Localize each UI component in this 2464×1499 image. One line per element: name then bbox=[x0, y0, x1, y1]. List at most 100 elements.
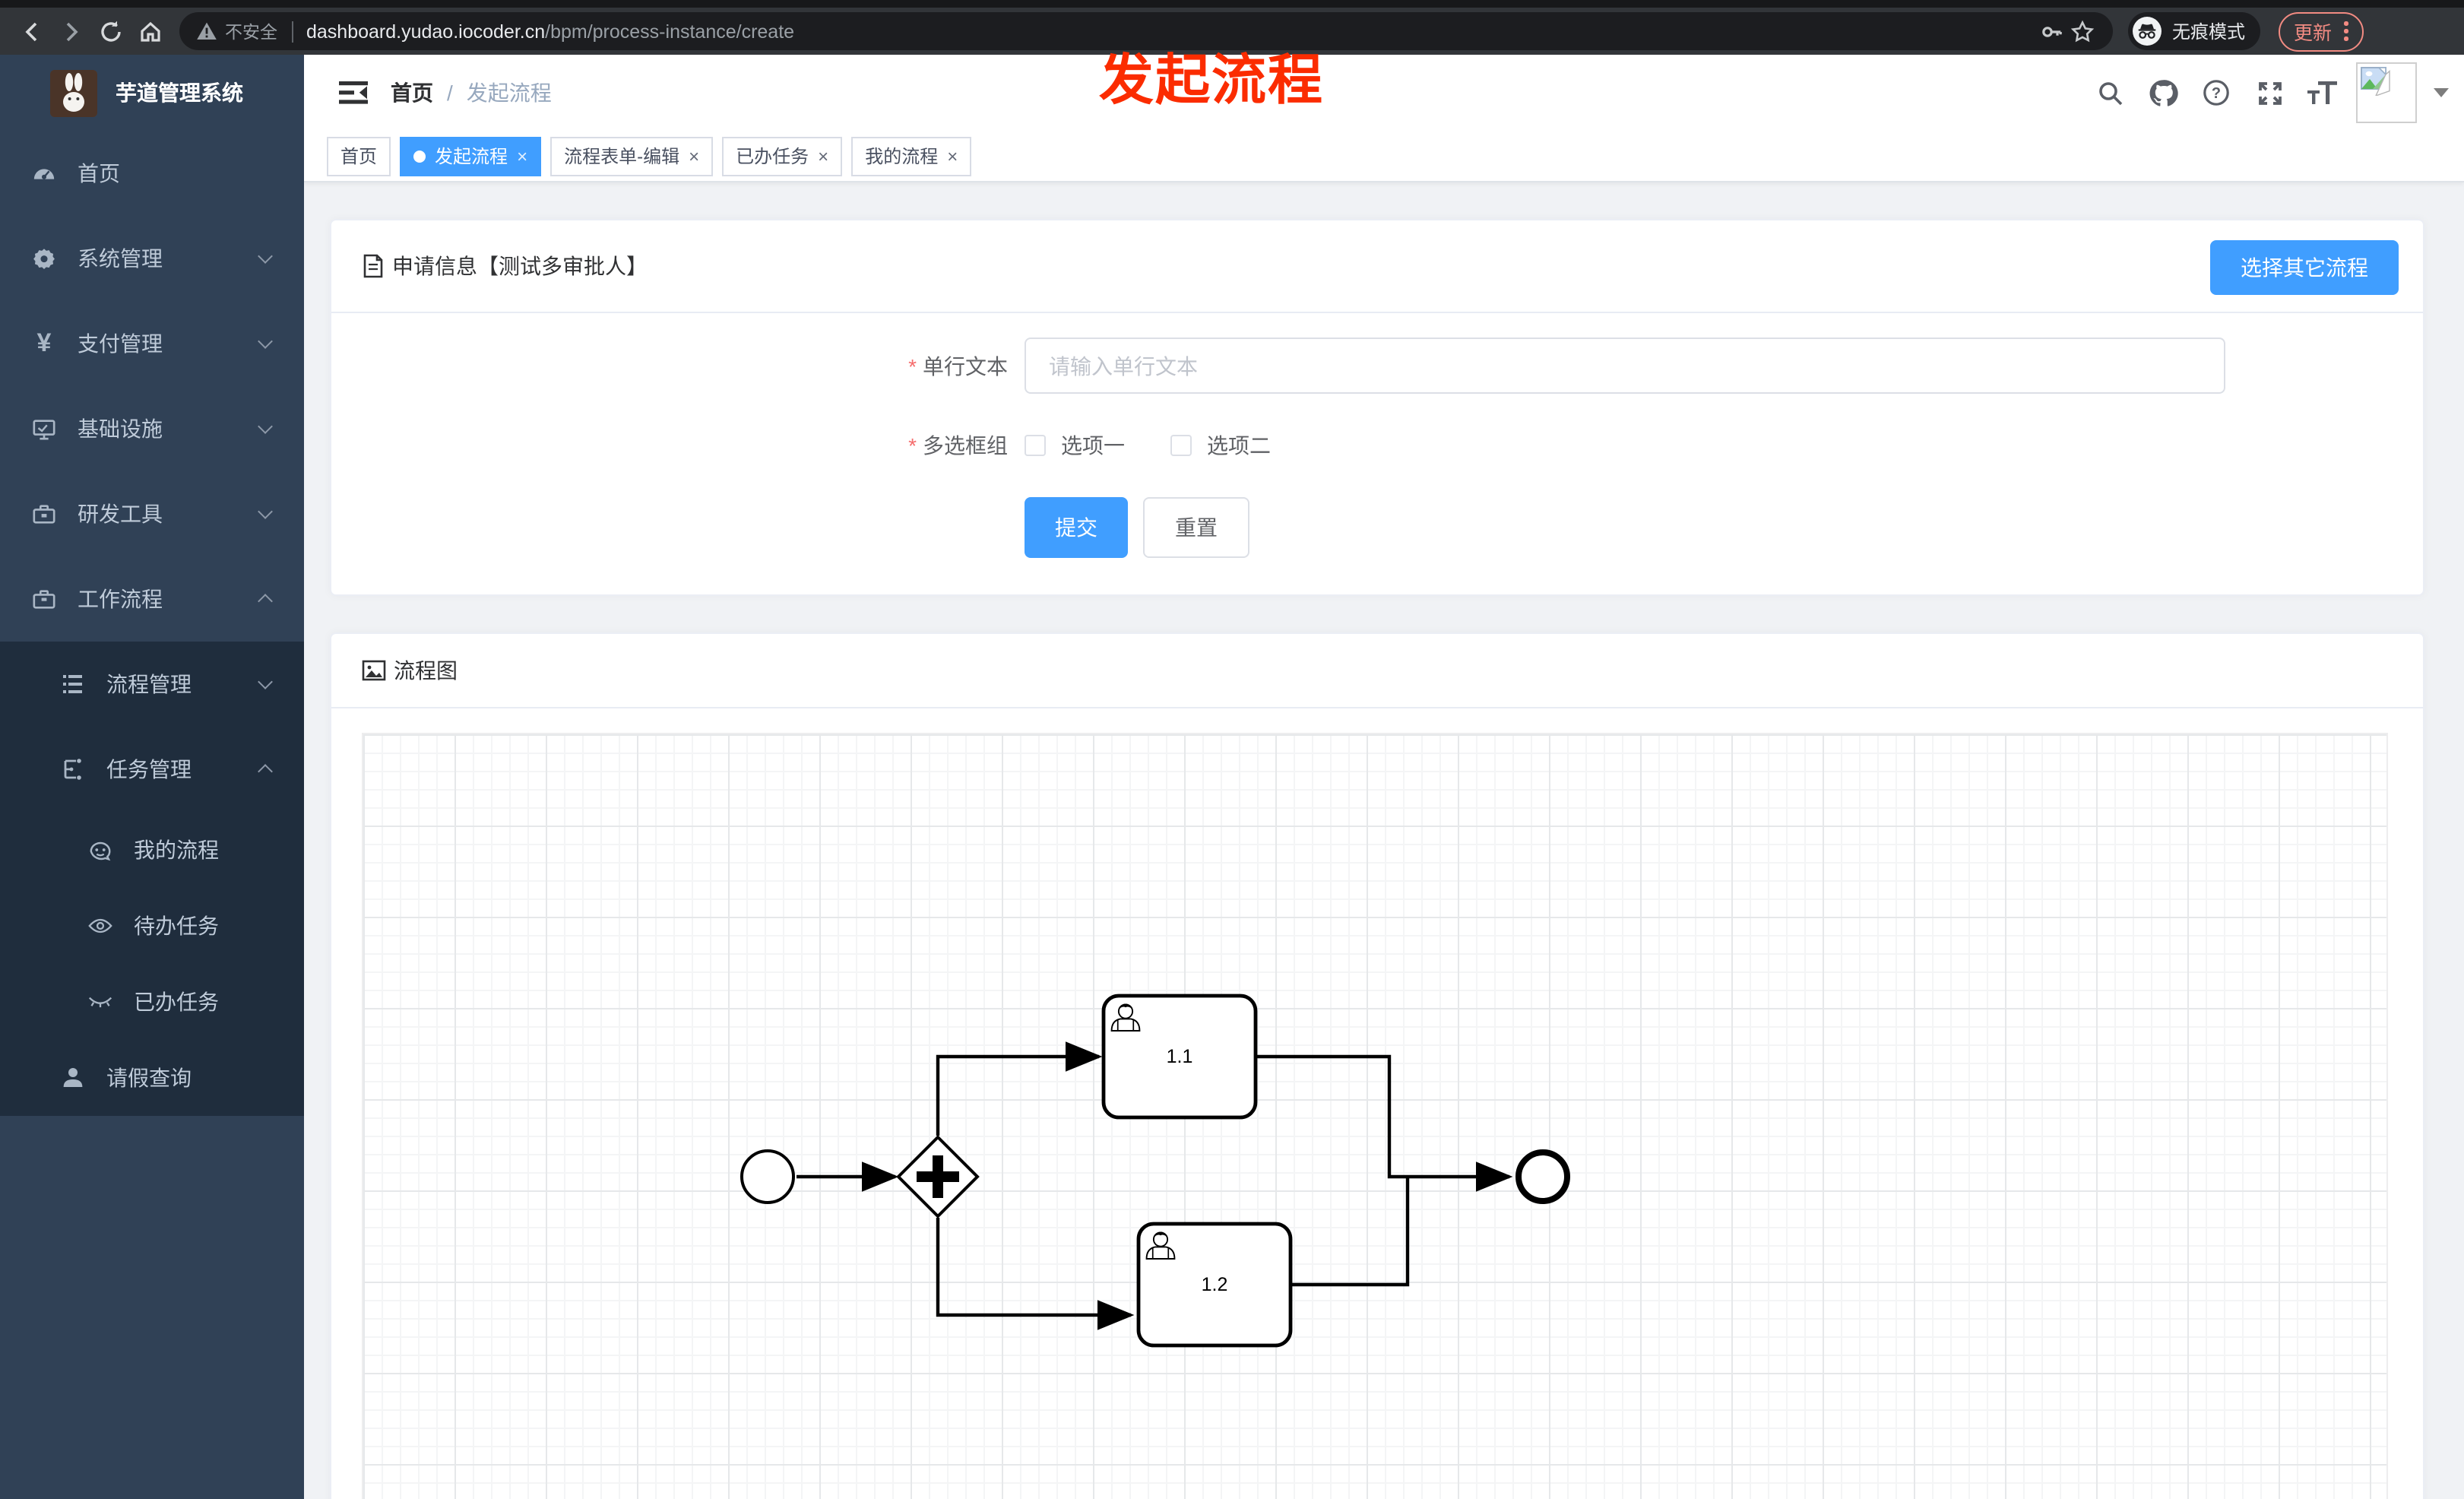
sequence-flow-task1-end[interactable] bbox=[1256, 1054, 1513, 1192]
chevron-down-icon bbox=[258, 334, 273, 349]
tab-form-edit[interactable]: 流程表单-编辑 × bbox=[550, 136, 714, 176]
form-row-checkbox-group: * 多选框组 选项一 选项二 bbox=[362, 430, 2393, 461]
document-icon bbox=[362, 254, 385, 278]
app-logo-row[interactable]: 芋道管理系统 bbox=[0, 55, 304, 131]
sidebar-item-todo-tasks[interactable]: 待办任务 bbox=[0, 888, 304, 964]
incognito-icon bbox=[2133, 17, 2162, 46]
home-icon[interactable] bbox=[131, 11, 170, 51]
parallel-gateway[interactable] bbox=[896, 1135, 980, 1219]
breadcrumb-home[interactable]: 首页 bbox=[391, 78, 433, 108]
forward-icon[interactable] bbox=[52, 11, 91, 51]
close-icon[interactable]: × bbox=[517, 147, 527, 165]
close-icon[interactable]: × bbox=[818, 147, 828, 165]
search-icon[interactable] bbox=[2090, 73, 2130, 113]
reset-button[interactable]: 重置 bbox=[1143, 497, 1249, 558]
sidebar-item-label: 系统管理 bbox=[78, 246, 163, 271]
sidebar-item-label: 我的流程 bbox=[134, 838, 219, 862]
sequence-flow-task2-end[interactable] bbox=[1291, 1178, 1410, 1287]
task-label: 1.2 bbox=[1202, 1274, 1228, 1295]
star-icon[interactable] bbox=[2067, 11, 2098, 51]
form-actions: 提交 重置 bbox=[1025, 497, 2393, 558]
workflow-submenu: 流程管理 任务管理 我的流程 待办任务 已办任务 请假查询 bbox=[0, 642, 304, 1116]
close-icon[interactable]: × bbox=[947, 147, 958, 165]
back-icon[interactable] bbox=[12, 11, 52, 51]
sidebar-item-done-tasks[interactable]: 已办任务 bbox=[0, 964, 304, 1040]
tab-my-process[interactable]: 我的流程 × bbox=[851, 136, 972, 176]
tab-start-process[interactable]: 发起流程 × bbox=[400, 136, 542, 176]
checkbox-option-2[interactable]: 选项二 bbox=[1170, 430, 1271, 461]
help-icon[interactable]: ? bbox=[2196, 73, 2236, 113]
sidebar-item-devtools[interactable]: 研发工具 bbox=[0, 471, 304, 556]
dashboard-icon bbox=[32, 161, 56, 185]
sidebar-item-system[interactable]: 系统管理 bbox=[0, 216, 304, 301]
breadcrumb-current: 发起流程 bbox=[466, 81, 552, 105]
user-task-1[interactable]: 1.1 bbox=[1101, 994, 1258, 1120]
sequence-flow-gateway-task2[interactable] bbox=[936, 1218, 1135, 1330]
ssl-warning-icon[interactable] bbox=[195, 11, 219, 51]
browser-chrome: 不安全 dashboard.yudao.iocoder.cn/bpm/proce… bbox=[0, 0, 2464, 55]
sidebar-item-leave-query[interactable]: 请假查询 bbox=[0, 1040, 304, 1116]
tab-home[interactable]: 首页 bbox=[327, 136, 391, 176]
sidebar-item-payment[interactable]: ¥ 支付管理 bbox=[0, 301, 304, 386]
app-title: 芋道管理系统 bbox=[116, 81, 243, 105]
sidebar-toggle-icon[interactable] bbox=[327, 67, 378, 119]
close-icon[interactable]: × bbox=[689, 147, 699, 165]
sidebar-item-label: 基础设施 bbox=[78, 417, 163, 441]
tags-view: 首页 发起流程 × 流程表单-编辑 × 已办任务 × 我的流程 × bbox=[304, 131, 2464, 182]
sidebar-item-workflow[interactable]: 工作流程 bbox=[0, 556, 304, 642]
checkbox-icon[interactable] bbox=[1170, 435, 1192, 456]
checkbox-group: 选项一 选项二 bbox=[1025, 430, 1271, 461]
reload-icon[interactable] bbox=[91, 11, 131, 51]
list-icon bbox=[61, 672, 85, 696]
sidebar-item-task-mgmt[interactable]: 任务管理 bbox=[0, 727, 304, 812]
tab-done-tasks[interactable]: 已办任务 × bbox=[722, 136, 843, 176]
end-event[interactable] bbox=[1515, 1149, 1570, 1204]
chevron-down-icon bbox=[258, 419, 273, 434]
github-icon[interactable] bbox=[2143, 73, 2183, 113]
browser-toolbar: 不安全 dashboard.yudao.iocoder.cn/bpm/proce… bbox=[0, 8, 2464, 55]
update-button[interactable]: 更新 bbox=[2279, 11, 2364, 51]
user-task-2[interactable]: 1.2 bbox=[1136, 1222, 1293, 1348]
choose-other-process-button[interactable]: 选择其它流程 bbox=[2210, 240, 2399, 295]
key-icon[interactable] bbox=[2037, 11, 2067, 51]
incognito-label: 无痕模式 bbox=[2172, 21, 2246, 43]
field-label: * 多选框组 bbox=[908, 433, 1008, 458]
gear-icon bbox=[32, 246, 56, 271]
bpmn-diagram: 1.1 1.2 bbox=[740, 994, 1570, 1348]
chevron-down-icon bbox=[258, 674, 273, 689]
bpmn-canvas[interactable]: 1.1 1.2 bbox=[362, 733, 2388, 1499]
sidebar: 芋道管理系统 首页 系统管理 ¥ 支付管理 基础设施 研发工具 工作流程 流程管… bbox=[0, 55, 304, 1499]
kebab-menu-icon[interactable] bbox=[2344, 21, 2348, 41]
svg-text:?: ? bbox=[2212, 85, 2221, 102]
eye-icon bbox=[88, 914, 112, 938]
sidebar-item-process-mgmt[interactable]: 流程管理 bbox=[0, 642, 304, 727]
url-text[interactable]: dashboard.yudao.iocoder.cn/bpm/process-i… bbox=[306, 21, 794, 42]
fullscreen-icon[interactable] bbox=[2250, 73, 2289, 113]
submit-button[interactable]: 提交 bbox=[1025, 497, 1128, 558]
task-label: 1.1 bbox=[1167, 1046, 1193, 1067]
card-title: 申请信息【测试多审批人】 bbox=[362, 251, 648, 281]
start-event[interactable] bbox=[740, 1149, 795, 1204]
security-label[interactable]: 不安全 bbox=[225, 19, 277, 43]
avatar[interactable] bbox=[2356, 62, 2417, 123]
caret-down-icon[interactable] bbox=[2434, 88, 2449, 97]
sidebar-item-infra[interactable]: 基础设施 bbox=[0, 386, 304, 471]
field-label: * 单行文本 bbox=[908, 353, 1008, 378]
sidebar-item-label: 流程管理 bbox=[106, 672, 192, 696]
card-title-text: 申请信息【测试多审批人】 bbox=[392, 254, 648, 278]
form-row-text: * 单行文本 bbox=[362, 338, 2393, 394]
checkbox-icon[interactable] bbox=[1025, 435, 1046, 456]
sidebar-item-my-process[interactable]: 我的流程 bbox=[0, 812, 304, 888]
sidebar-item-label: 待办任务 bbox=[134, 914, 219, 938]
apply-info-card: 申请信息【测试多审批人】 选择其它流程 *单行文本 *多选框组 bbox=[330, 219, 2424, 596]
single-line-text-input[interactable] bbox=[1025, 338, 2225, 394]
checkbox-option-1[interactable]: 选项一 bbox=[1025, 430, 1125, 461]
broken-image-icon bbox=[2361, 67, 2390, 96]
sidebar-item-home[interactable]: 首页 bbox=[0, 131, 304, 216]
sequence-flow-gateway-task1[interactable] bbox=[936, 1041, 1103, 1136]
url-bar[interactable]: 不安全 dashboard.yudao.iocoder.cn/bpm/proce… bbox=[179, 12, 2113, 50]
font-size-icon[interactable] bbox=[2303, 73, 2342, 113]
url-path: /bpm/process-instance/create bbox=[545, 21, 795, 42]
required-mark: * bbox=[908, 433, 917, 458]
url-domain: dashboard.yudao.iocoder.cn bbox=[306, 21, 546, 42]
